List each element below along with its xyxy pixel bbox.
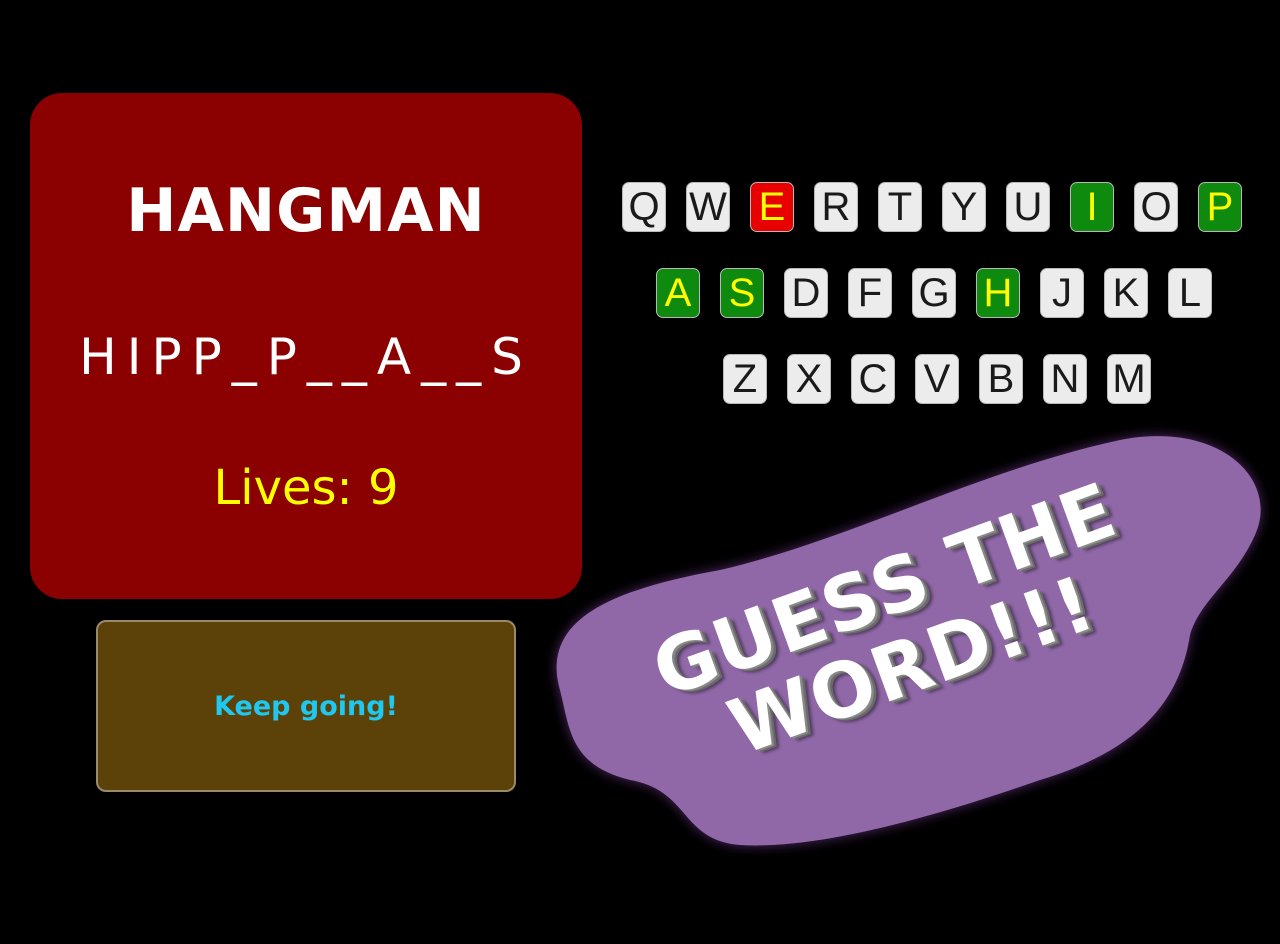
key-l[interactable]: L xyxy=(1168,268,1212,318)
game-screen: HANGMAN HIPP_P__A__S Lives: 9 Keep going… xyxy=(0,0,1280,944)
key-p[interactable]: P xyxy=(1198,182,1242,232)
key-j[interactable]: J xyxy=(1040,268,1084,318)
key-c[interactable]: C xyxy=(851,354,895,404)
key-x[interactable]: X xyxy=(787,354,831,404)
key-q[interactable]: Q xyxy=(622,182,666,232)
message-text: Keep going! xyxy=(214,690,398,722)
key-t[interactable]: T xyxy=(878,182,922,232)
key-b[interactable]: B xyxy=(979,354,1023,404)
guess-the-word-banner: GUESS THE WORD!!! xyxy=(520,420,1280,890)
key-h[interactable]: H xyxy=(976,268,1020,318)
key-f[interactable]: F xyxy=(848,268,892,318)
key-i[interactable]: I xyxy=(1070,182,1114,232)
keyboard-row-3: ZXCVBNM xyxy=(723,354,1151,404)
game-title: HANGMAN xyxy=(126,176,486,246)
keyboard-row-2: ASDFGHJKL xyxy=(656,268,1212,318)
message-box: Keep going! xyxy=(96,620,516,792)
key-e[interactable]: E xyxy=(750,182,794,232)
key-g[interactable]: G xyxy=(912,268,956,318)
key-w[interactable]: W xyxy=(686,182,730,232)
key-a[interactable]: A xyxy=(656,268,700,318)
key-v[interactable]: V xyxy=(915,354,959,404)
word-display: HIPP_P__A__S xyxy=(79,328,533,386)
key-u[interactable]: U xyxy=(1006,182,1050,232)
keyboard-row-1: QWERTYUIOP xyxy=(622,182,1242,232)
key-m[interactable]: M xyxy=(1107,354,1151,404)
key-r[interactable]: R xyxy=(814,182,858,232)
key-y[interactable]: Y xyxy=(942,182,986,232)
key-s[interactable]: S xyxy=(720,268,764,318)
key-z[interactable]: Z xyxy=(723,354,767,404)
key-d[interactable]: D xyxy=(784,268,828,318)
key-n[interactable]: N xyxy=(1043,354,1087,404)
key-o[interactable]: O xyxy=(1134,182,1178,232)
key-k[interactable]: K xyxy=(1104,268,1148,318)
